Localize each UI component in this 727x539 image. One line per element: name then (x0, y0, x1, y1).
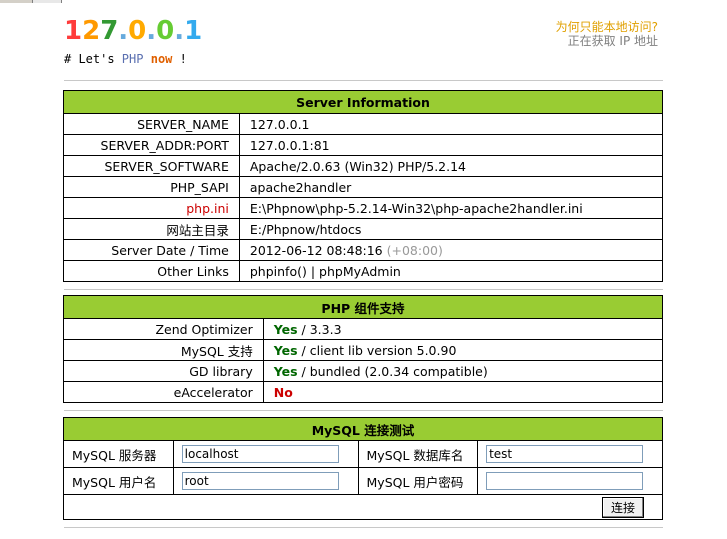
mysql-server-label: MySQL 服务器 (63, 440, 174, 468)
status-detail: / bundled (2.0.34 compatible) (297, 363, 488, 379)
server-info-table: Server Information SERVER_NAME 127.0.0.1 … (63, 90, 664, 282)
link-separator: | (306, 263, 320, 279)
logo-char: 0 (128, 16, 147, 46)
site-logo: 127.0.0.1 (64, 16, 202, 46)
table-row: Zend Optimizer Yes / 3.3.3 (63, 318, 664, 340)
row-value: Yes / client lib version 5.0.90 (262, 339, 664, 361)
tagline-prefix: # Let's (64, 52, 122, 66)
row-value: Apache/2.0.63 (Win32) PHP/5.2.14 (238, 155, 664, 177)
mysql-pass-cell (477, 467, 663, 495)
php-ini-link[interactable]: php.ini (63, 197, 240, 219)
timezone-offset: (+08:00) (386, 242, 443, 258)
mysql-test-table: MySQL 连接测试 MySQL 服务器 MySQL 数据库名 MySQL 用户… (63, 417, 663, 520)
phpmyadmin-link[interactable]: phpMyAdmin (319, 264, 401, 279)
table-row: SERVER_SOFTWARE Apache/2.0.63 (Win32) PHP… (63, 155, 664, 177)
mysql-server-input[interactable] (181, 445, 339, 463)
logo-char: 1 (64, 16, 83, 46)
row-key: MySQL 支持 (63, 339, 264, 361)
mysql-user-input[interactable] (181, 472, 339, 490)
table-row: SERVER_ADDR:PORT 127.0.0.1:81 (63, 134, 664, 156)
table-row: MySQL 支持 Yes / client lib version 5.0.90 (63, 339, 664, 361)
logo-char: . (146, 16, 157, 46)
row-value: apache2handler (238, 176, 664, 198)
row-value: Yes / 3.3.3 (262, 318, 664, 340)
status-yes: Yes (273, 363, 298, 379)
mysql-user-label: MySQL 用户名 (63, 467, 174, 495)
table-row: MySQL 服务器 MySQL 数据库名 (63, 440, 663, 468)
row-value: 127.0.0.1 (238, 113, 664, 135)
tagline: # Let's PHP now ! (64, 52, 187, 66)
row-value: phpinfo() | phpMyAdmin (238, 260, 664, 282)
table-row: 连接 (63, 494, 663, 520)
divider (64, 289, 663, 290)
table-row: MySQL 用户名 MySQL 用户密码 (63, 467, 663, 495)
status-detail: / 3.3.3 (297, 321, 342, 337)
divider (64, 80, 663, 81)
phpinfo-link[interactable]: phpinfo() (250, 264, 307, 279)
browser-tab[interactable] (33, 0, 62, 3)
row-key: SERVER_NAME (63, 113, 240, 135)
table-row: eAccelerator No (63, 381, 664, 403)
browser-tab-strip (0, 0, 727, 3)
row-key: SERVER_SOFTWARE (63, 155, 240, 177)
tagline-now: now (150, 52, 173, 66)
row-key: Server Date / Time (63, 239, 240, 261)
ip-status: 正在获取 IP 地址 (567, 34, 658, 48)
row-key: 网站主目录 (63, 218, 240, 240)
mysql-user-cell (172, 467, 359, 495)
server-datetime: 2012-06-12 08:48:16 (249, 242, 383, 258)
logo-char: 7 (100, 16, 119, 46)
logo-char: . (118, 16, 129, 46)
row-key: PHP_SAPI (63, 176, 240, 198)
mysql-test-title: MySQL 连接测试 (63, 417, 663, 441)
row-value: Yes / bundled (2.0.34 compatible) (262, 360, 664, 382)
mysql-db-input[interactable] (486, 445, 644, 463)
local-access-info: 为何只能本地访问? 正在获取 IP 地址 (556, 20, 658, 48)
table-row: php.ini E:\Phpnow\php-5.2.14-Win32\php-ap… (63, 197, 664, 219)
row-key: GD library (63, 360, 264, 382)
row-key: eAccelerator (63, 381, 264, 403)
mysql-server-cell (172, 440, 359, 468)
mysql-pass-label: MySQL 用户密码 (357, 467, 479, 495)
status-yes: Yes (273, 321, 298, 337)
server-info-title: Server Information (63, 90, 663, 114)
row-key: Zend Optimizer (63, 318, 264, 340)
divider (64, 527, 663, 528)
mysql-db-label: MySQL 数据库名 (357, 440, 479, 468)
logo-char: 0 (156, 16, 175, 46)
row-key: SERVER_ADDR:PORT (63, 134, 240, 156)
php-ext-table: PHP 组件支持 Zend Optimizer Yes / 3.3.3 MySQL… (63, 295, 664, 403)
table-row: Other Links phpinfo() | phpMyAdmin (63, 260, 664, 282)
table-row: PHP_SAPI apache2handler (63, 176, 664, 198)
status-detail: / client lib version 5.0.90 (297, 342, 457, 358)
status-yes: Yes (273, 342, 298, 358)
row-value: E:\Phpnow\php-5.2.14-Win32\php-apache2ha… (238, 197, 664, 219)
logo-char: 2 (82, 16, 101, 46)
divider (64, 410, 663, 411)
table-row: Server Date / Time 2012-06-12 08:48:16 (+… (63, 239, 664, 261)
why-local-link[interactable]: 为何只能本地访问? (556, 20, 658, 34)
connect-button[interactable]: 连接 (601, 496, 644, 518)
tagline-suffix: ! (172, 52, 187, 66)
status-no: No (273, 384, 293, 400)
mysql-db-cell (477, 440, 663, 468)
row-value: E:/Phpnow/htdocs (238, 218, 664, 240)
tagline-php: PHP (121, 52, 144, 66)
table-row: SERVER_NAME 127.0.0.1 (63, 113, 664, 135)
row-value: 127.0.0.1:81 (238, 134, 664, 156)
table-row: GD library Yes / bundled (2.0.34 compatib… (63, 360, 664, 382)
row-value: No (262, 381, 664, 403)
row-value: 2012-06-12 08:48:16 (+08:00) (238, 239, 664, 261)
browser-tab[interactable] (0, 0, 33, 3)
row-key: Other Links (63, 260, 240, 282)
mysql-action-cell: 连接 (63, 494, 663, 520)
logo-char: . (174, 16, 185, 46)
table-row: 网站主目录 E:/Phpnow/htdocs (63, 218, 664, 240)
logo-char: 1 (184, 16, 203, 46)
mysql-pass-input[interactable] (486, 472, 644, 490)
php-ext-title: PHP 组件支持 (63, 295, 663, 319)
